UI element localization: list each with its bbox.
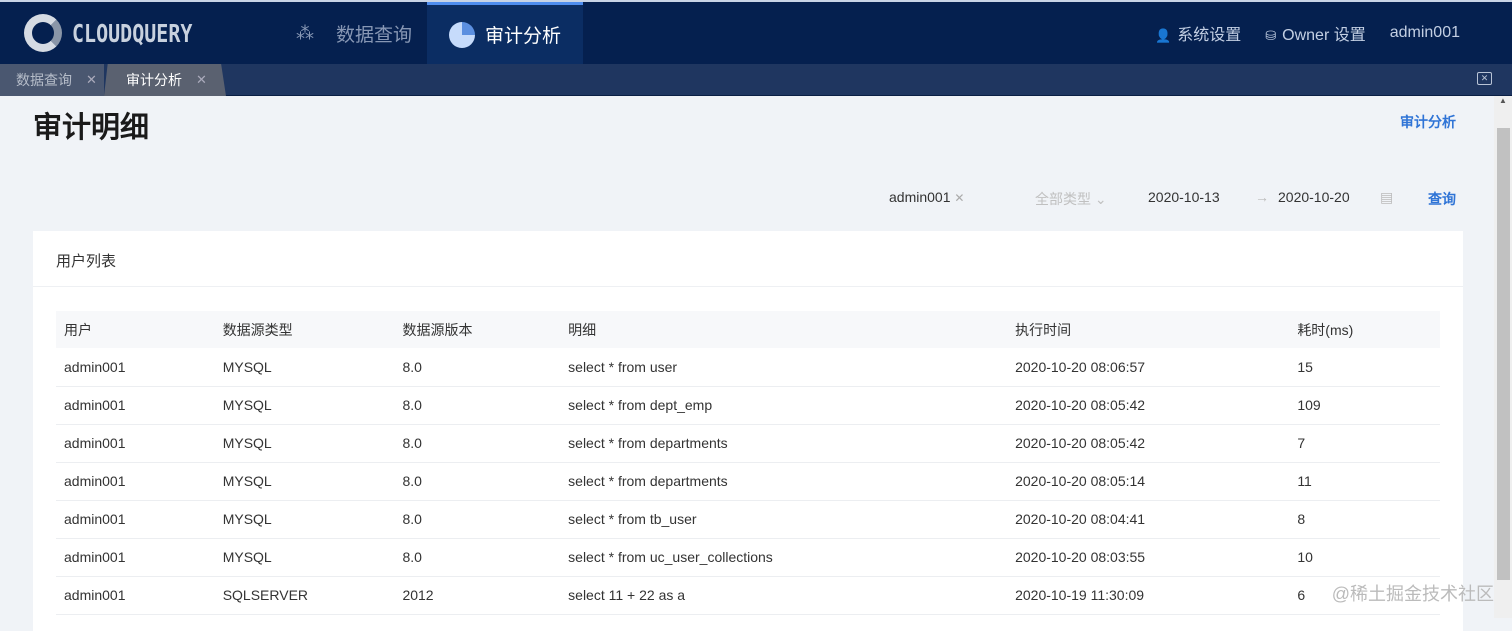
calendar-icon[interactable]: ▤ (1380, 189, 1393, 206)
chevron-down-icon: ⌄ (1094, 191, 1107, 207)
watermark: @稀土掘金技术社区 (1331, 584, 1494, 604)
tab-data-query[interactable]: 数据查询 ✕ (0, 64, 104, 96)
table-cell: 8.0 (394, 462, 561, 501)
table-cell: 11 (1289, 462, 1440, 501)
user-filter[interactable]: admin001 ✕ (889, 189, 964, 205)
table-cell: admin001 (56, 348, 215, 387)
table-cell: 8.0 (394, 348, 561, 387)
column-header: 用户 (56, 311, 215, 348)
close-all-tabs-icon[interactable]: ✕ (1477, 72, 1492, 85)
tab-bar: 数据查询 ✕ 审计分析 ✕ ✕ (0, 64, 1512, 96)
table-cell: admin001 (56, 462, 215, 501)
user-menu[interactable]: admin001 (1390, 24, 1460, 42)
table-cell: MYSQL (214, 386, 395, 425)
table-cell: 8.0 (394, 386, 561, 425)
column-header: 执行时间 (1007, 311, 1290, 348)
column-header: 明细 (560, 311, 1008, 348)
table-cell: MYSQL (214, 348, 395, 387)
table-cell: 2020-10-20 08:05:14 (1007, 462, 1290, 501)
table-cell: 8 (1289, 500, 1440, 539)
system-settings-link[interactable]: 👤 系统设置 (1155, 21, 1241, 45)
close-icon[interactable]: ✕ (196, 72, 207, 88)
table-cell: 8.0 (394, 538, 561, 577)
column-header: 数据源版本 (394, 311, 561, 348)
scrollbar[interactable]: ▲ (1494, 96, 1512, 618)
table-cell: admin001 (56, 500, 215, 539)
table-cell: 2020-10-20 08:05:42 (1007, 424, 1290, 463)
table-cell: 8.0 (394, 424, 561, 463)
logo[interactable]: CLOUDQUERY (24, 14, 223, 52)
column-header: 耗时(ms) (1289, 311, 1440, 348)
table-cell: 2012 (394, 576, 561, 615)
table-row[interactable]: admin001 MYSQL 8.0 select * from department… (56, 462, 1440, 501)
date-arrow: → (1255, 189, 1269, 205)
table-cell: select * from departments (560, 424, 1008, 463)
table-cell: admin001 (56, 424, 215, 463)
table-cell: MYSQL (214, 424, 395, 463)
table-row[interactable]: admin001 MYSQL 8.0 select * from tb_user 202… (56, 500, 1440, 539)
owner-settings-link[interactable]: ⛁ Owner 设置 (1265, 21, 1365, 45)
table-cell: MYSQL (214, 462, 395, 501)
nav-data-query[interactable]: ⁂ 数据查询 (274, 2, 434, 64)
table-cell: 2020-10-19 11:30:09 (1007, 576, 1290, 615)
table-cell: SQLSERVER (214, 576, 395, 615)
table-cell: 10 (1289, 538, 1440, 577)
table-cell: select * from tb_user (560, 500, 1008, 539)
table-cell: 109 (1289, 386, 1440, 425)
table-cell: 2020-10-20 08:03:55 (1007, 538, 1290, 577)
card-title: 用户列表 (33, 231, 1463, 287)
scrollbar-thumb[interactable] (1497, 128, 1510, 580)
table-cell: select 11 + 22 as a (560, 576, 1008, 615)
table-row[interactable]: admin001 MYSQL 8.0 select * from user 2020-1… (56, 348, 1440, 387)
clear-icon[interactable]: ✕ (954, 191, 964, 205)
table-cell: select * from user (560, 348, 1008, 387)
page-title: 审计明细 (33, 112, 150, 144)
table-cell: select * from uc_user_collections (560, 538, 1008, 577)
table-row[interactable]: admin001 SQLSERVER 2012 select 11 + 22 as a… (56, 576, 1440, 615)
query-button[interactable]: 查询 (1428, 189, 1456, 209)
table-row[interactable]: admin001 MYSQL 8.0 select * from department… (56, 424, 1440, 463)
table-cell: MYSQL (214, 500, 395, 539)
table-row[interactable]: admin001 MYSQL 8.0 select * from uc_user_co… (56, 538, 1440, 577)
table-cell: admin001 (56, 538, 215, 577)
pie-chart-icon (449, 21, 475, 48)
logo-icon (24, 14, 62, 52)
table-cell: 15 (1289, 348, 1440, 387)
scroll-up-icon[interactable]: ▲ (1494, 96, 1512, 105)
user-gear-icon: 👤 (1155, 28, 1172, 43)
nav-audit-analysis[interactable]: 审计分析 (427, 2, 583, 64)
type-select[interactable]: 全部类型 ⌄ (1035, 189, 1107, 209)
table-cell: 2020-10-20 08:05:42 (1007, 386, 1290, 425)
end-date-input[interactable]: 2020-10-20 (1278, 189, 1350, 205)
table-cell: admin001 (56, 576, 215, 615)
audit-analysis-link[interactable]: 审计分析 (1400, 112, 1456, 132)
audit-table: 用户 数据源类型 数据源版本 明细 执行时间 耗时(ms) admin001 MYSQL 8.… (56, 311, 1440, 615)
nodes-icon: ⁂ (296, 22, 314, 43)
table-cell: 2020-10-20 08:04:41 (1007, 500, 1290, 539)
table-cell: 7 (1289, 424, 1440, 463)
database-gear-icon: ⛁ (1265, 28, 1277, 43)
table-cell: MYSQL (214, 538, 395, 577)
table-cell: 2020-10-20 08:06:57 (1007, 348, 1290, 387)
user-list-card: 用户列表 用户 数据源类型 数据源版本 明细 执行时间 耗时(ms) admin001 MY… (33, 231, 1463, 631)
start-date-input[interactable]: 2020-10-13 (1148, 189, 1220, 205)
close-icon[interactable]: ✕ (86, 72, 97, 88)
table-row[interactable]: admin001 MYSQL 8.0 select * from dept_emp 20… (56, 386, 1440, 425)
table-cell: admin001 (56, 386, 215, 425)
top-bar: CLOUDQUERY ⁂ 数据查询 审计分析 👤 系统设置 ⛁ Owner 设置 ad… (0, 0, 1512, 64)
tab-audit-analysis[interactable]: 审计分析 ✕ (104, 64, 226, 96)
column-header: 数据源类型 (214, 311, 395, 348)
table-cell: select * from departments (560, 462, 1008, 501)
table-cell: select * from dept_emp (560, 386, 1008, 425)
table-cell: 8.0 (394, 500, 561, 539)
